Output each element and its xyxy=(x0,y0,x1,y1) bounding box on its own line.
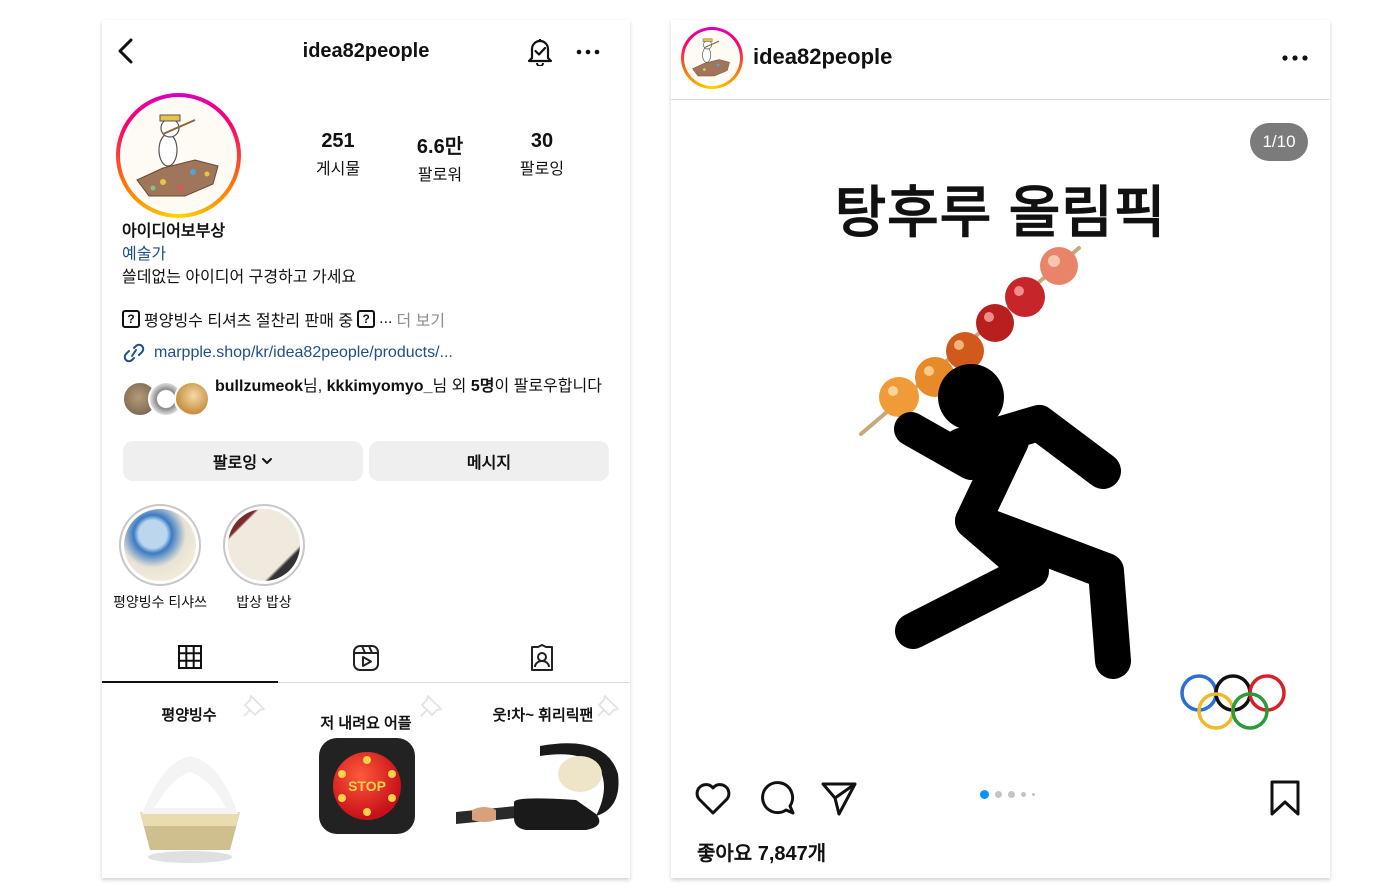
carousel-dot xyxy=(1008,791,1015,798)
reels-icon xyxy=(353,645,379,671)
avatar-illustration xyxy=(692,38,730,77)
highlight-cover xyxy=(124,509,196,581)
category-label: 예술가 xyxy=(122,246,167,263)
bell-icon[interactable] xyxy=(526,36,554,66)
carousel-dot xyxy=(1021,792,1026,797)
stat-following-label: 팔로잉 xyxy=(519,161,565,178)
followed-by-text: bullzumeok님, kkkimyomyo_님 외 5명이 팔로우합니다 xyxy=(215,378,602,395)
more-icon[interactable] xyxy=(1281,54,1309,62)
comment-icon[interactable] xyxy=(755,776,799,820)
stat-following-count: 30 xyxy=(530,130,554,152)
carousel-counter: 1/10 xyxy=(1250,123,1308,161)
post-author-avatar[interactable] xyxy=(681,27,743,89)
highlight-label: 밥상 밥상 xyxy=(236,594,292,610)
profile-tabs xyxy=(102,633,630,683)
bio-more-link[interactable]: 더 보기 xyxy=(397,307,446,331)
stat-posts[interactable]: 251 게시물 xyxy=(298,130,378,179)
stop-app-icon: STOP xyxy=(319,738,415,834)
heart-icon[interactable] xyxy=(691,776,735,820)
stat-following[interactable]: 30 팔로잉 xyxy=(502,130,582,179)
stat-followers-label: 팔로워 xyxy=(417,167,463,184)
post-actions xyxy=(671,776,1330,836)
profile-top-bar: idea82people xyxy=(102,20,630,80)
question-box-icon: ? xyxy=(357,310,376,328)
pin-icon xyxy=(597,695,619,717)
likes-count[interactable]: 좋아요 7,847개 xyxy=(697,837,826,866)
story-highlight[interactable]: 평양빙수 티샤쓰 xyxy=(110,504,210,612)
profile-panel: idea82people 251 게시물 6.6만 팔로워 30 팔로잉 아이디… xyxy=(102,20,630,878)
tab-reels[interactable] xyxy=(278,633,454,683)
carousel-dot xyxy=(995,791,1002,798)
tagged-icon xyxy=(531,644,553,671)
pin-icon xyxy=(243,695,265,717)
highlight-label: 평양빙수 티샤쓰 xyxy=(112,594,208,610)
tab-tagged[interactable] xyxy=(454,633,630,683)
avatar-illustration xyxy=(136,114,219,197)
carousel-dot xyxy=(1032,793,1035,796)
grid-post[interactable]: 저 내려요 어플 STOP xyxy=(279,684,453,878)
posts-grid: 평양빙수 저 내려요 어플 STOP 웃!차~ 휘리릭팬 xyxy=(102,684,630,878)
grid-post[interactable]: 평양빙수 xyxy=(102,684,276,878)
stat-posts-count: 251 xyxy=(321,130,355,152)
post-image[interactable]: 탕후루 올림픽 xyxy=(671,101,1330,770)
bio-line-2: ? 평양빙수 티셔츠 절찬리 판매 중 ?... 더 보기 xyxy=(122,307,445,331)
chevron-down-icon xyxy=(262,458,273,464)
frying-pan-image xyxy=(456,743,619,830)
stop-text: STOP xyxy=(348,778,386,794)
following-button-label: 팔로잉 xyxy=(212,455,258,472)
tab-grid[interactable] xyxy=(102,633,278,683)
shaved-ice-image xyxy=(140,756,240,863)
highlight-cover xyxy=(228,509,300,581)
pin-icon xyxy=(420,695,442,717)
grid-icon xyxy=(178,645,202,669)
bookmark-icon[interactable] xyxy=(1263,776,1307,820)
post-author-username[interactable]: idea82people xyxy=(753,44,892,70)
grid-post[interactable]: 웃!차~ 휘리릭팬 xyxy=(456,684,630,878)
carousel-dot xyxy=(980,790,989,799)
story-highlight[interactable]: 밥상 밥상 xyxy=(214,504,314,612)
more-icon[interactable] xyxy=(576,48,600,56)
bio-line-2-text: 평양빙수 티셔츠 절찬리 판매 중 xyxy=(144,313,354,330)
followed-by[interactable]: bullzumeok님, kkkimyomyo_님 외 5명이 팔로우합니다 xyxy=(122,376,612,417)
display-name: 아이디어보부상 xyxy=(122,223,226,240)
link-icon xyxy=(123,343,145,363)
profile-avatar[interactable] xyxy=(116,93,241,218)
follower-avatar xyxy=(174,381,210,417)
profile-link-text: marpple.shop/kr/idea82people/products/..… xyxy=(154,344,453,361)
post-panel: idea82people 탕후루 올림픽 1/10 좋아요 7,847개 xyxy=(671,20,1330,878)
message-button[interactable]: 메시지 xyxy=(369,441,609,481)
carousel-indicator xyxy=(980,790,1035,799)
profile-link[interactable]: marpple.shop/kr/idea82people/products/..… xyxy=(122,343,453,363)
question-box-icon: ? xyxy=(122,310,140,328)
share-icon[interactable] xyxy=(817,776,861,820)
bio-line-1: 쓸데없는 아이디어 구경하고 가세요 xyxy=(122,269,357,286)
following-button[interactable]: 팔로잉 xyxy=(123,441,363,481)
post-image-title: 탕후루 올림픽 xyxy=(834,181,1167,244)
stat-followers[interactable]: 6.6만 팔로워 xyxy=(400,130,480,185)
stat-followers-count: 6.6만 xyxy=(416,136,464,158)
bio-ellipsis: ... xyxy=(379,310,393,327)
post-header: idea82people xyxy=(671,20,1330,100)
stat-posts-label: 게시물 xyxy=(315,161,361,178)
